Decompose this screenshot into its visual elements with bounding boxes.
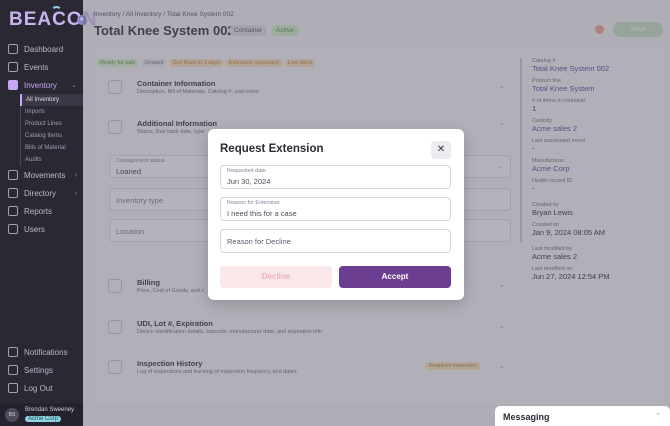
user-name: Brendan Sweeney <box>25 407 75 413</box>
subnav-all-inventory[interactable]: All Inventory <box>20 94 83 106</box>
nav-users[interactable]: Users <box>0 220 83 238</box>
request-extension-modal: Request Extension ✕ Requested date Jun 3… <box>208 129 464 300</box>
chevron-right-icon: › <box>74 189 77 197</box>
nav-directory[interactable]: Directory › <box>0 184 83 202</box>
messaging-panel[interactable]: Messaging ⌃ <box>495 406 670 426</box>
close-button[interactable]: ✕ <box>431 141 451 159</box>
arrows-icon <box>8 170 18 180</box>
sidebar: BEACON « Dashboard Events Inventory ⌄ All… <box>0 0 96 426</box>
nav-movements[interactable]: Movements › <box>0 166 83 184</box>
nav-reports[interactable]: Reports <box>0 202 83 220</box>
field-label: Reason for Extension <box>227 200 280 206</box>
subnav-imports[interactable]: Imports <box>20 106 83 118</box>
main-nav: Dashboard Events Inventory ⌄ All Inventor… <box>0 40 83 238</box>
inventory-submenu: All Inventory Imports Product Lines Cata… <box>0 94 83 166</box>
subnav-audits[interactable]: Audits <box>20 154 83 166</box>
requested-date-field: Requested date Jun 30, 2024 <box>220 165 451 189</box>
logout-icon <box>8 383 18 393</box>
close-icon: ✕ <box>436 144 446 155</box>
users-icon <box>8 224 18 234</box>
bottom-nav: Notifications Settings Log Out <box>0 343 83 397</box>
inventory-icon <box>8 80 18 90</box>
signal-icon <box>51 6 62 16</box>
reason-for-decline-input[interactable] <box>227 237 442 246</box>
subnav-product-lines[interactable]: Product Lines <box>20 118 83 130</box>
nav-label: Movements <box>24 170 66 180</box>
decline-button[interactable]: Decline <box>220 266 332 288</box>
nav-label: Reports <box>24 206 53 216</box>
reports-icon <box>8 206 18 216</box>
field-value: Jun 30, 2024 <box>227 177 271 186</box>
chevron-down-icon: ⌄ <box>71 82 77 89</box>
folder-icon <box>8 188 18 198</box>
reason-for-extension-field: Reason for Extension I need this for a c… <box>220 197 451 221</box>
user-profile[interactable]: BS Brendan Sweeney Acme Corp <box>0 403 83 426</box>
gear-icon <box>8 365 18 375</box>
accept-button[interactable]: Accept <box>339 266 451 288</box>
nav-notifications[interactable]: Notifications <box>0 343 83 361</box>
calendar-icon <box>8 62 18 72</box>
chevron-right-icon: › <box>74 171 77 179</box>
avatar: BS <box>5 408 19 422</box>
nav-dashboard[interactable]: Dashboard <box>0 40 83 58</box>
nav-events[interactable]: Events <box>0 58 83 76</box>
nav-label: Dashboard <box>24 44 64 54</box>
nav-label: Inventory <box>24 80 57 90</box>
modal-title: Request Extension <box>220 143 324 155</box>
subnav-bills-of-material[interactable]: Bills of Material <box>20 142 83 154</box>
subnav-catalog-items[interactable]: Catalog Items <box>20 130 83 142</box>
nav-settings[interactable]: Settings <box>0 361 83 379</box>
nav-label: Directory <box>24 188 57 198</box>
nav-label: Notifications <box>24 347 68 357</box>
nav-logout[interactable]: Log Out <box>0 379 83 397</box>
nav-label: Settings <box>24 365 53 375</box>
messaging-title: Messaging <box>503 412 550 422</box>
nav-inventory[interactable]: Inventory ⌄ <box>0 76 83 94</box>
field-label: Requested date <box>227 168 266 174</box>
nav-label: Users <box>24 224 45 234</box>
nav-label: Events <box>24 62 49 72</box>
reason-for-decline-field[interactable] <box>220 229 451 253</box>
dashboard-icon <box>8 44 18 54</box>
nav-label: Log Out <box>24 383 53 393</box>
field-value: I need this for a case <box>227 209 297 218</box>
chevron-up-icon: ⌃ <box>655 413 661 420</box>
org-badge: Acme Corp <box>25 416 62 422</box>
bell-icon <box>8 347 18 357</box>
